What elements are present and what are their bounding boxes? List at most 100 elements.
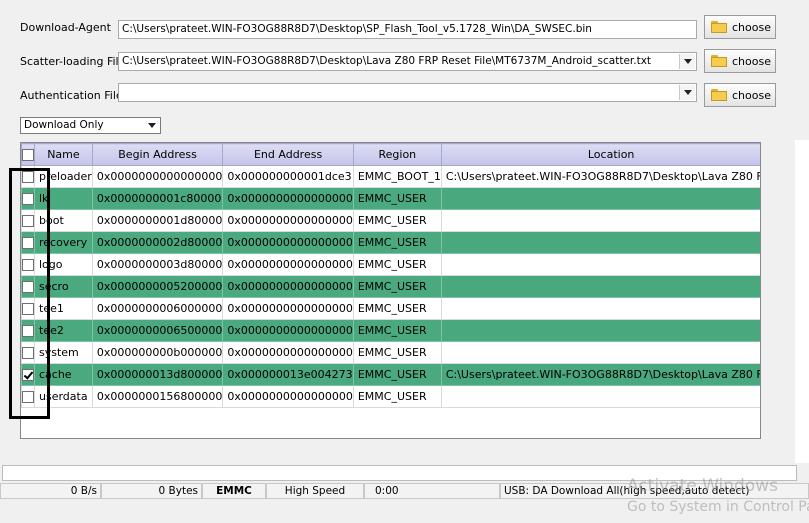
begin-address-cell: 0x0000000001c80000: [91, 187, 224, 210]
table-row[interactable]: logo 0x0000000003d80000 0x0000000000000000…: [21, 253, 760, 276]
table-row[interactable]: recovery 0x0000000002d80000 0x000000000000…: [21, 231, 760, 254]
location-cell: [440, 275, 760, 298]
row-checkbox-cell[interactable]: [21, 231, 35, 254]
region-cell: EMMC_USER: [352, 187, 442, 210]
table-row[interactable]: system 0x000000000b000000 0x00000000000000…: [21, 341, 760, 364]
begin-address-cell: 0x0000000002d80000: [91, 231, 224, 254]
end-address-cell: 0x0000000000000000: [222, 187, 354, 210]
chevron-down-icon[interactable]: [679, 85, 695, 100]
partition-name-cell: preloader: [34, 165, 93, 188]
location-cell: [440, 187, 760, 210]
scatter-file-combo[interactable]: C:\Users\prateet.WIN-FO3OG88R8D7\Desktop…: [118, 52, 697, 71]
partition-name-cell: cache: [34, 363, 93, 386]
partition-name-cell: userdata: [34, 385, 93, 408]
row-checkbox[interactable]: [22, 215, 34, 227]
status-storage: EMMC: [202, 483, 266, 499]
table-row[interactable]: userdata 0x0000000156800000 0x000000000000…: [21, 385, 760, 408]
region-cell: EMMC_USER: [352, 385, 442, 408]
partition-name-cell: recovery: [34, 231, 93, 254]
row-checkbox[interactable]: [22, 237, 34, 249]
partition-name-cell: tee1: [34, 297, 93, 320]
begin-address-cell: 0x0000000006000000: [91, 297, 224, 320]
status-time: 0:00: [364, 483, 500, 499]
table-row[interactable]: cache 0x000000013d800000 0x000000013e00427…: [21, 363, 760, 386]
select-all-checkbox[interactable]: [22, 149, 34, 161]
folder-icon: [711, 89, 727, 101]
row-checkbox-cell[interactable]: [21, 319, 35, 342]
begin-address-cell: 0x000000000b000000: [91, 341, 224, 364]
begin-address-cell: 0x0000000006500000: [91, 319, 224, 342]
row-checkbox[interactable]: [22, 303, 34, 315]
row-checkbox-cell[interactable]: [21, 363, 35, 386]
location-cell: [440, 319, 760, 342]
column-header-name[interactable]: Name: [34, 143, 93, 166]
row-checkbox[interactable]: [22, 281, 34, 293]
table-row[interactable]: boot 0x0000000001d80000 0x0000000000000000…: [21, 209, 760, 232]
end-address-cell: 0x0000000000000000: [222, 297, 354, 320]
row-checkbox[interactable]: [22, 259, 34, 271]
download-agent-label: Download-Agent: [20, 21, 111, 34]
table-row[interactable]: tee2 0x0000000006500000 0x0000000000000000…: [21, 319, 760, 342]
column-header-location[interactable]: Location: [440, 143, 760, 166]
choose-label: choose: [732, 54, 771, 68]
select-all-header[interactable]: [21, 143, 35, 166]
begin-address-cell: 0x0000000003d80000: [91, 253, 224, 276]
download-mode-value: Download Only: [24, 119, 104, 131]
location-cell: [440, 209, 760, 232]
region-cell: EMMC_USER: [352, 231, 442, 254]
table-row[interactable]: tee1 0x0000000006000000 0x0000000000000000…: [21, 297, 760, 320]
end-address-cell: 0x0000000000000000: [222, 209, 354, 232]
row-checkbox[interactable]: [22, 391, 34, 403]
row-checkbox-cell[interactable]: [21, 209, 35, 232]
region-cell: EMMC_USER: [352, 253, 442, 276]
scatter-file-label: Scatter-loading File: [20, 55, 126, 68]
begin-address-cell: 0x0000000000000000: [91, 165, 224, 188]
auth-file-label: Authentication File: [20, 89, 123, 102]
row-checkbox-cell[interactable]: [21, 275, 35, 298]
column-header-begin-address[interactable]: Begin Address: [91, 143, 224, 166]
region-cell: EMMC_USER: [352, 319, 442, 342]
region-cell: EMMC_USER: [352, 363, 442, 386]
location-cell: [440, 341, 760, 364]
region-cell: EMMC_USER: [352, 297, 442, 320]
partition-name-cell: secro: [34, 275, 93, 298]
row-checkbox-cell[interactable]: [21, 253, 35, 276]
chevron-down-icon[interactable]: [679, 54, 695, 69]
partition-table: Name Begin Address End Address Region Lo…: [20, 142, 761, 439]
folder-icon: [711, 21, 727, 33]
auth-file-combo[interactable]: [118, 83, 697, 102]
download-agent-field[interactable]: C:\Users\prateet.WIN-FO3OG88R8D7\Desktop…: [118, 20, 697, 39]
row-checkbox-cell[interactable]: [21, 385, 35, 408]
auth-file-choose-button[interactable]: choose: [704, 83, 776, 107]
row-checkbox[interactable]: [22, 171, 34, 183]
row-checkbox[interactable]: [22, 325, 34, 337]
location-cell: C:\Users\prateet.WIN-FO3OG88R8D7\Desktop…: [440, 165, 760, 188]
location-cell: [440, 231, 760, 254]
download-agent-choose-button[interactable]: choose: [704, 15, 776, 39]
end-address-cell: 0x000000000001dce3: [222, 165, 354, 188]
row-checkbox-cell[interactable]: [21, 165, 35, 188]
download-mode-select[interactable]: Download Only: [20, 117, 161, 134]
row-checkbox-cell[interactable]: [21, 187, 35, 210]
status-mode: High Speed: [266, 483, 364, 499]
table-row[interactable]: lk 0x0000000001c80000 0x0000000000000000 EM…: [21, 187, 760, 210]
column-header-end-address[interactable]: End Address: [222, 143, 354, 166]
row-checkbox[interactable]: [22, 347, 34, 359]
scatter-file-choose-button[interactable]: choose: [704, 49, 776, 73]
location-cell: [440, 385, 760, 408]
scatter-file-value: C:\Users\prateet.WIN-FO3OG88R8D7\Desktop…: [122, 55, 652, 67]
row-checkbox-cell[interactable]: [21, 297, 35, 320]
column-header-region[interactable]: Region: [352, 143, 442, 166]
choose-label: choose: [732, 88, 771, 102]
window-edge: [795, 140, 809, 463]
end-address-cell: 0x000000013e004273: [222, 363, 354, 386]
region-cell: EMMC_USER: [352, 341, 442, 364]
chevron-down-icon[interactable]: [144, 118, 159, 133]
row-checkbox[interactable]: [22, 193, 34, 205]
row-checkbox-cell[interactable]: [21, 341, 35, 364]
end-address-cell: 0x0000000000000000: [222, 231, 354, 254]
row-checkbox[interactable]: [22, 369, 34, 381]
table-row[interactable]: preloader 0x0000000000000000 0x00000000000…: [21, 165, 760, 188]
activate-windows-hint: Go to System in Control Pan: [627, 499, 809, 515]
table-row[interactable]: secro 0x0000000005200000 0x000000000000000…: [21, 275, 760, 298]
